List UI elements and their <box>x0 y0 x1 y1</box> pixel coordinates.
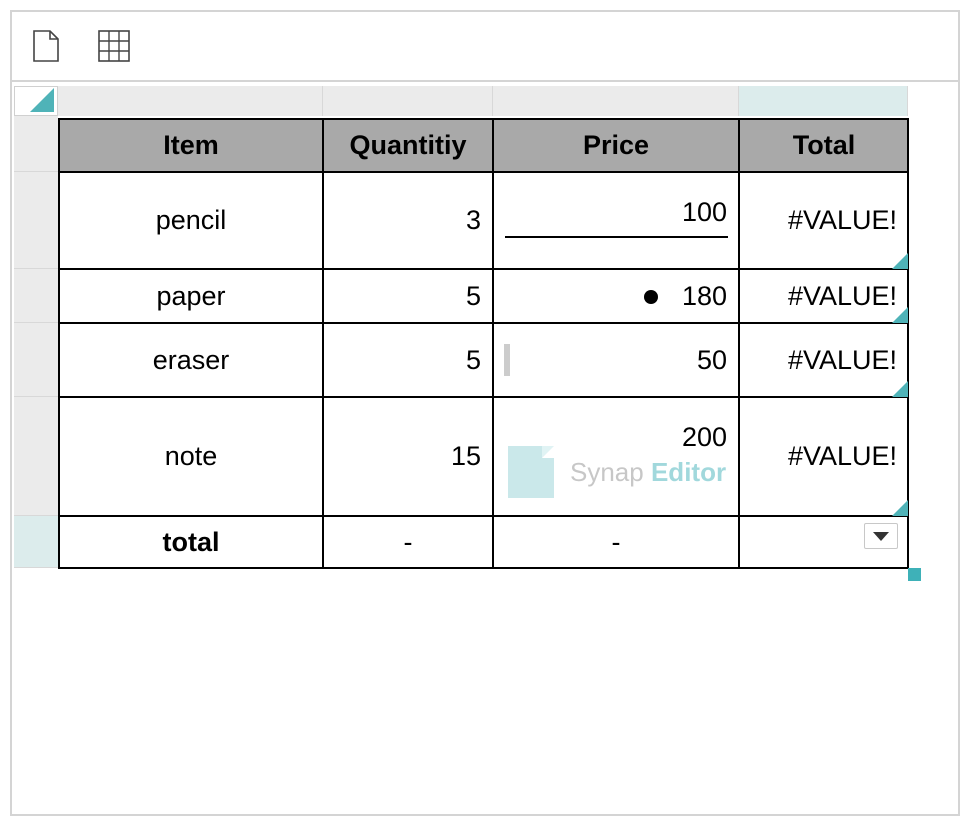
column-header-b[interactable] <box>323 86 493 116</box>
select-all-corner[interactable] <box>14 86 58 116</box>
cell-total[interactable]: #VALUE! <box>739 323 909 397</box>
cell-quantity[interactable]: - <box>323 516 493 568</box>
formula-error-marker <box>892 307 908 323</box>
grid-line <box>58 567 909 569</box>
watermark-brand: Synap <box>570 456 644 487</box>
cell-item[interactable]: paper <box>59 269 323 323</box>
header-cell-quantity[interactable]: Quantitiy <box>323 119 493 172</box>
document-crop-icon <box>508 446 554 498</box>
grid-line <box>58 171 909 173</box>
bullet-icon <box>644 290 658 304</box>
grid-line <box>322 118 324 569</box>
select-all-icon <box>30 88 54 112</box>
row-header-4[interactable] <box>14 323 58 397</box>
chevron-down-icon <box>873 531 889 541</box>
cell-price[interactable]: 100 <box>493 172 739 228</box>
price-underline <box>505 236 728 238</box>
row-header-1[interactable] <box>14 116 58 172</box>
grid-line <box>58 322 909 324</box>
column-header-c[interactable] <box>493 86 739 116</box>
new-document-button[interactable] <box>28 28 64 64</box>
cell-price[interactable]: 50 <box>493 323 739 397</box>
formula-error-marker <box>892 381 908 397</box>
cell-quantity[interactable]: 3 <box>323 172 493 269</box>
cell-quantity[interactable]: 5 <box>323 323 493 397</box>
grid-line <box>58 515 909 517</box>
grid-line <box>492 118 494 569</box>
row-header-6[interactable] <box>14 516 58 568</box>
grid-line <box>58 268 909 270</box>
grid-line <box>58 396 909 398</box>
cell-total[interactable]: #VALUE! <box>739 397 909 516</box>
row-header-2[interactable] <box>14 172 58 269</box>
grid-line <box>58 118 60 569</box>
toolbar <box>12 12 958 82</box>
cell-price[interactable]: 180 <box>493 269 739 323</box>
column-header-d[interactable] <box>739 86 908 116</box>
column-header-a[interactable] <box>58 86 323 116</box>
cell-item[interactable]: pencil <box>59 172 323 269</box>
row-header-5[interactable] <box>14 397 58 516</box>
cell-total[interactable]: #VALUE! <box>739 269 909 323</box>
formula-error-marker <box>892 500 908 516</box>
synap-editor-watermark: Synap Editor <box>508 444 728 500</box>
watermark-product: Editor <box>650 456 727 487</box>
cell-item[interactable]: eraser <box>59 323 323 397</box>
insert-table-button[interactable] <box>96 28 132 64</box>
selection-resize-handle[interactable] <box>908 568 921 581</box>
header-cell-total[interactable]: Total <box>739 119 909 172</box>
header-cell-price[interactable]: Price <box>493 119 739 172</box>
formula-error-marker <box>892 253 908 269</box>
grid-line <box>738 118 740 569</box>
row-header-3[interactable] <box>14 269 58 323</box>
table-grid-icon <box>98 30 130 62</box>
autofill-dropdown-button[interactable] <box>864 523 898 549</box>
cell-total[interactable]: #VALUE! <box>739 172 909 269</box>
cell-quantity[interactable]: 15 <box>323 397 493 516</box>
cell-item[interactable]: note <box>59 397 323 516</box>
cell-item[interactable]: total <box>59 516 323 568</box>
cell-quantity[interactable]: 5 <box>323 269 493 323</box>
text-cursor <box>504 344 510 376</box>
cell-price[interactable]: - <box>493 516 739 568</box>
watermark-text: Synap Editor <box>570 457 726 488</box>
grid-line <box>58 118 909 120</box>
page-icon <box>33 30 59 62</box>
header-cell-item[interactable]: Item <box>59 119 323 172</box>
